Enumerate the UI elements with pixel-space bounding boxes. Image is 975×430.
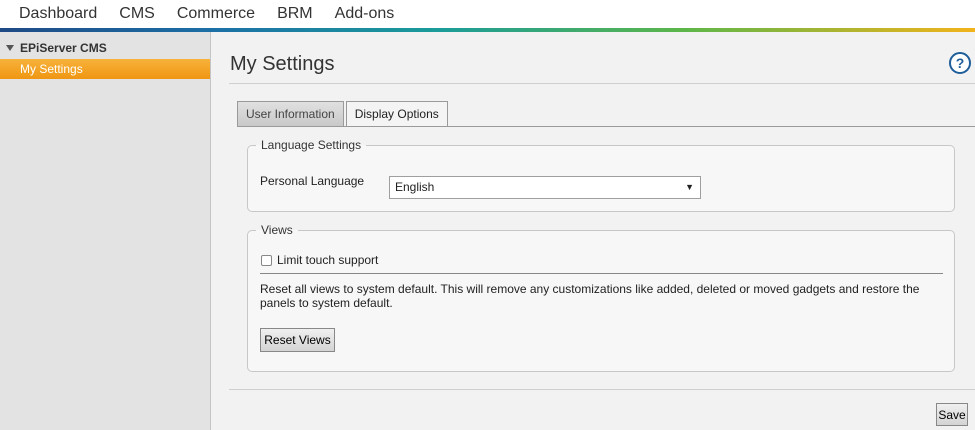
language-settings-group: Language Settings Personal Language Engl… xyxy=(247,138,955,212)
dropdown-arrow-icon: ▼ xyxy=(685,182,694,192)
views-group: Views Limit touch support Reset all view… xyxy=(247,223,955,372)
top-nav-cms[interactable]: CMS xyxy=(108,4,166,24)
triangle-down-icon xyxy=(6,45,14,51)
top-nav-addons[interactable]: Add-ons xyxy=(324,4,406,24)
page-title: My Settings xyxy=(230,53,335,75)
limit-touch-checkbox[interactable] xyxy=(261,255,272,266)
personal-language-value: English xyxy=(395,180,435,194)
reset-views-button[interactable]: Reset Views xyxy=(260,328,335,352)
reset-views-description: Reset all views to system default. This … xyxy=(260,282,920,310)
sidebar-group-episerver-cms[interactable]: EPiServer CMS xyxy=(6,41,107,55)
top-navigation: Dashboard CMS Commerce BRM Add-ons xyxy=(0,0,975,32)
top-nav-commerce[interactable]: Commerce xyxy=(166,4,266,24)
personal-language-select[interactable]: English ▼ xyxy=(389,176,701,199)
settings-tabs: User Information Display Options xyxy=(237,101,450,127)
sidebar-item-my-settings[interactable]: My Settings xyxy=(0,59,210,79)
top-nav-items: Dashboard CMS Commerce BRM Add-ons xyxy=(8,4,405,24)
views-legend: Views xyxy=(261,223,293,237)
limit-touch-label[interactable]: Limit touch support xyxy=(277,253,378,267)
personal-language-label: Personal Language xyxy=(260,174,365,188)
top-nav-brm[interactable]: BRM xyxy=(266,4,324,24)
footer-divider xyxy=(229,389,975,390)
save-button[interactable]: Save xyxy=(936,403,968,426)
tab-baseline xyxy=(237,126,975,127)
tab-display-options[interactable]: Display Options xyxy=(345,101,448,127)
top-nav-dashboard[interactable]: Dashboard xyxy=(8,4,108,24)
main-content: My Settings ? User Information Display O… xyxy=(212,32,975,430)
title-divider xyxy=(229,83,975,84)
tab-user-information[interactable]: User Information xyxy=(237,101,344,127)
sidebar-group-label: EPiServer CMS xyxy=(20,41,107,55)
help-icon[interactable]: ? xyxy=(949,52,971,74)
views-divider xyxy=(260,273,943,274)
language-settings-legend: Language Settings xyxy=(261,138,362,152)
sidebar: EPiServer CMS My Settings xyxy=(0,32,211,430)
